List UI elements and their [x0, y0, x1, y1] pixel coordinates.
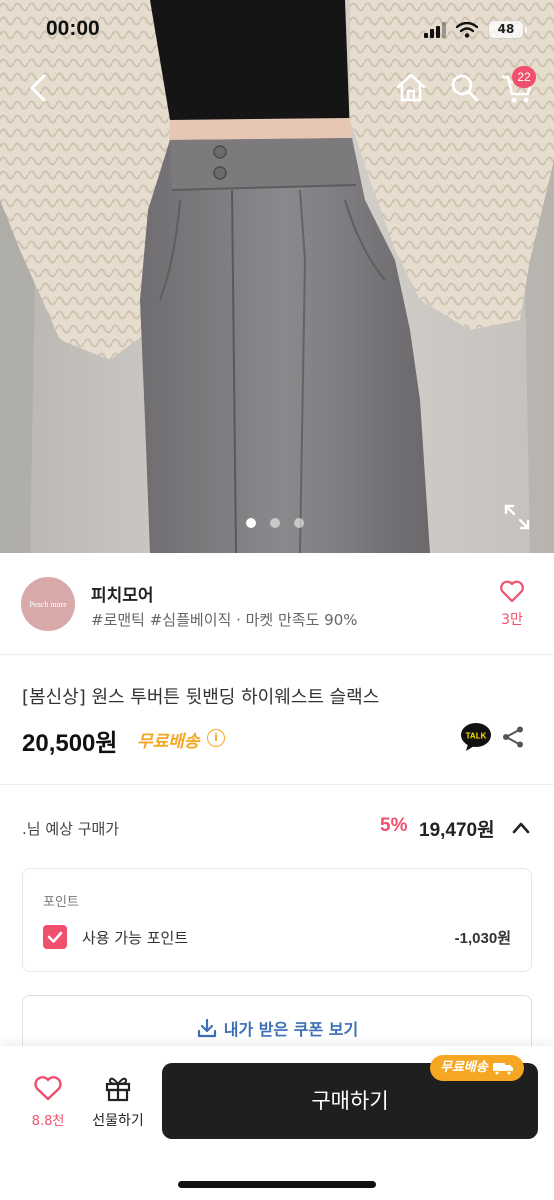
gallery-pagination: [246, 518, 304, 528]
seller-like-button[interactable]: 3만: [494, 579, 530, 629]
pagination-dot[interactable]: [294, 518, 304, 528]
expected-price-label: .님 예상 구매가: [22, 820, 120, 838]
free-shipping-badge-label: 무료배송: [440, 1060, 488, 1075]
coupon-button-label: 내가 받은 쿠폰 보기: [223, 1020, 359, 1039]
expected-price: 19,470원: [419, 820, 495, 841]
wifi-icon: [456, 21, 478, 38]
gift-icon: [105, 1077, 131, 1102]
search-icon[interactable]: [447, 70, 483, 106]
expected-price-row[interactable]: .님 예상 구매가 5% 19,470원: [0, 786, 554, 868]
battery-indicator: 48: [488, 20, 527, 39]
wishlist-button[interactable]: 8.8천: [26, 1074, 70, 1129]
points-value: -1,030원: [454, 930, 511, 947]
share-icon[interactable]: [501, 725, 525, 749]
home-icon[interactable]: [393, 70, 429, 106]
pagination-dot[interactable]: [246, 518, 256, 528]
seller-logo-text: Peach more: [29, 599, 67, 609]
signal-icon: [424, 21, 446, 38]
download-icon: [197, 1018, 216, 1038]
pagination-dot[interactable]: [270, 518, 280, 528]
use-points-checkbox[interactable]: [43, 925, 67, 949]
seller-section[interactable]: Peach more 피치모어 #로맨틱 #심플베이직 · 마켓 만족도 90%…: [0, 553, 554, 655]
home-indicator: [178, 1181, 376, 1188]
status-time: 00:00: [46, 17, 100, 40]
free-shipping-badge: 무료배송: [430, 1055, 524, 1081]
points-label: 사용 가능 포인트: [82, 929, 189, 947]
kakao-talk-icon[interactable]: TALK: [460, 722, 492, 752]
truck-icon: [492, 1063, 513, 1076]
back-icon[interactable]: [22, 70, 58, 106]
expected-discount: 5%: [380, 815, 408, 836]
gift-button[interactable]: 선물하기: [86, 1074, 150, 1130]
check-icon: [47, 931, 63, 943]
heart-outline-icon: [34, 1076, 62, 1101]
chevron-up-icon[interactable]: [510, 818, 532, 838]
product-price: 20,500원: [22, 730, 118, 757]
bottom-action-bar: 8.8천 선물하기 구매하기 무료배송: [0, 1046, 554, 1200]
info-icon[interactable]: i: [207, 729, 225, 747]
coupon-button-content: 내가 받은 쿠폰 보기: [23, 1016, 531, 1040]
heart-outline-icon: [500, 580, 524, 603]
expand-icon[interactable]: [502, 502, 532, 532]
product-image-gallery[interactable]: 00:00 48 22: [0, 0, 554, 553]
status-icons: 48: [424, 20, 527, 39]
cart-count-badge: 22: [512, 66, 536, 88]
free-shipping-label: 무료배송: [137, 732, 200, 752]
status-bar: 00:00 48: [0, 0, 554, 60]
seller-name[interactable]: 피치모어: [91, 581, 154, 606]
seller-logo[interactable]: Peach more: [21, 577, 75, 631]
talk-label: TALK: [466, 732, 487, 741]
points-title: 포인트: [43, 895, 79, 910]
product-info: [봄신상] 원스 투버튼 뒷밴딩 하이웨스트 슬랙스 20,500원 무료배송 …: [0, 655, 554, 785]
gift-label: 선물하기: [92, 1113, 144, 1129]
seller-like-count: 3만: [501, 612, 523, 628]
wishlist-count: 8.8천: [31, 1114, 65, 1129]
seller-tags: #로맨틱 #심플베이직 · 마켓 만족도 90%: [91, 611, 358, 629]
points-box: 포인트 사용 가능 포인트 -1,030원: [22, 868, 532, 972]
product-title: [봄신상] 원스 투버튼 뒷밴딩 하이웨스트 슬랙스: [22, 687, 380, 708]
